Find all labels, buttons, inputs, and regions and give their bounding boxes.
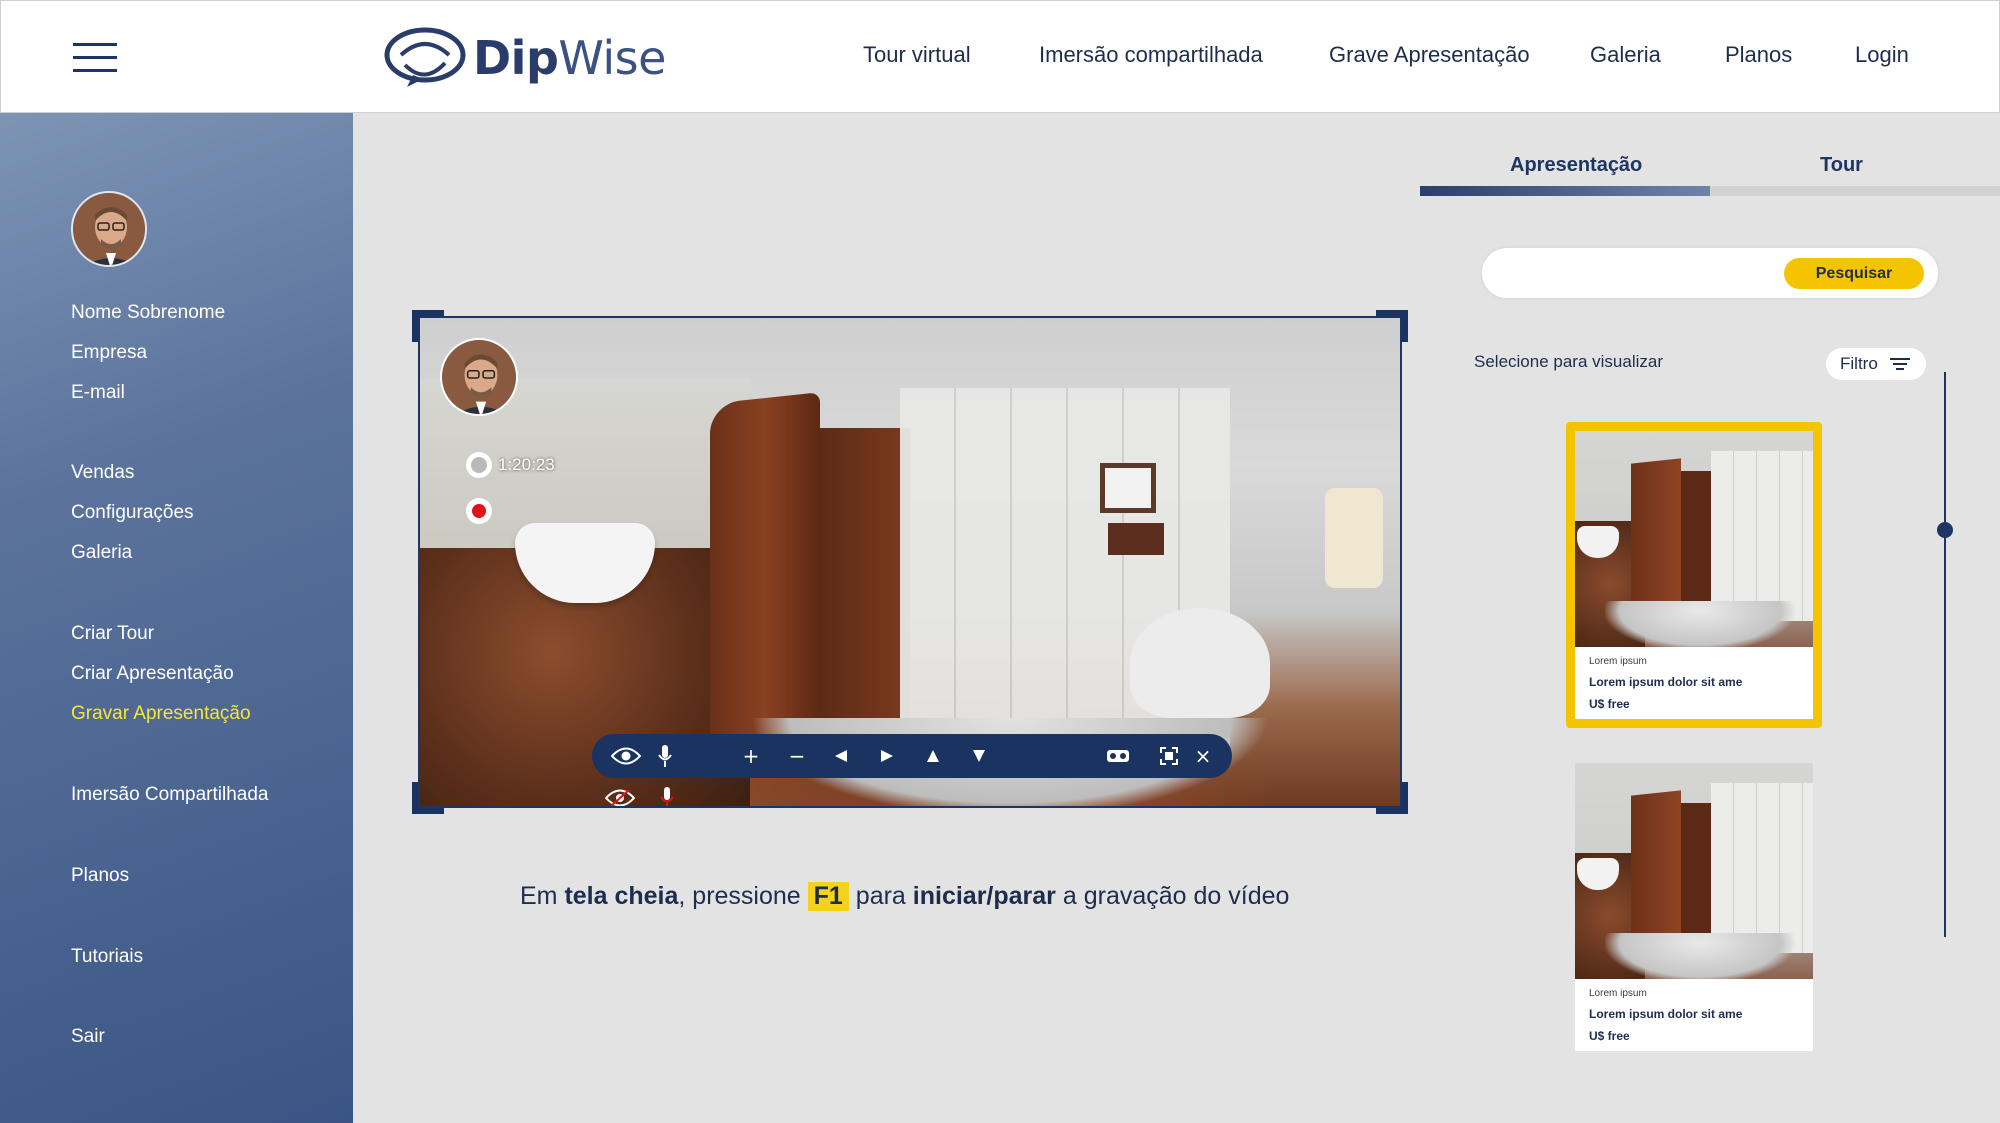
fullscreen-hint: Em tela cheia, pressione F1 para iniciar… [520,882,1290,911]
logo-icon [384,27,466,87]
card-title: Lorem ipsum dolor sit ame [1589,675,1743,689]
presenter-webcam[interactable] [440,338,518,416]
video-recorder: 1:20:23 + − × [412,310,1408,814]
sidebar-item-tutoriais[interactable]: Tutoriais [71,946,143,968]
card-price: U$ free [1589,697,1630,711]
profile-company: Empresa [71,342,148,363]
profile-name: Nome Sobrenome [71,302,226,323]
filter-label: Filtro [1840,354,1878,373]
avatar[interactable] [71,191,147,267]
nav-galeria[interactable]: Galeria [1590,42,1661,68]
pause-record-icon[interactable] [466,452,492,478]
card-presentation-2[interactable]: Lorem ipsum Lorem ipsum dolor sit ame U$… [1575,763,1813,1051]
mic-icon[interactable] [648,734,682,778]
scene-door [820,428,910,758]
arrow-right-icon[interactable] [870,734,904,778]
card-subtitle: Lorem ipsum [1589,988,1647,999]
logo-text: DipWise [473,31,666,85]
nav-planos[interactable]: Planos [1725,42,1792,68]
logo[interactable]: DipWise [383,25,666,91]
card-presentation-1[interactable]: Lorem ipsum Lorem ipsum dolor sit ame U$… [1566,422,1822,728]
card-thumbnail [1575,431,1813,647]
player-controls: + − × [592,734,1232,778]
sidebar-item-gravar-apresentacao[interactable]: Gravar Apresentação [71,703,251,725]
card-price: U$ free [1589,1029,1630,1043]
f1-key-badge: F1 [807,882,849,911]
scrollbar-thumb[interactable] [1937,522,1953,538]
sidebar-item-criar-apresentacao[interactable]: Criar Apresentação [71,663,234,685]
vr-headset-icon[interactable] [1098,734,1138,778]
scene-toilet [1130,608,1270,718]
profile-email: E-mail [71,382,125,403]
sidebar: Nome Sobrenome Empresa E-mail Vendas Con… [0,113,353,1123]
card-title: Lorem ipsum dolor sit ame [1589,1007,1743,1021]
nav-grave-apresentacao[interactable]: Grave Apresentação [1329,42,1530,68]
search-input[interactable] [1502,258,1792,288]
eye-icon[interactable] [606,734,646,778]
search-button[interactable]: Pesquisar [1784,258,1924,289]
sidebar-item-criar-tour[interactable]: Criar Tour [71,623,154,645]
close-icon[interactable]: × [1186,734,1220,778]
filter-icon [1889,358,1910,370]
tab-indicator [1710,186,2000,196]
nav-tour-virtual[interactable]: Tour virtual [863,42,971,68]
card-thumbnail [1575,763,1813,979]
arrow-left-icon[interactable] [824,734,858,778]
recording-timer: 1:20:23 [466,452,555,478]
panel-tabs: Apresentação Tour [1420,140,2000,196]
tab-indicator-active [1420,186,1710,196]
zoom-out-icon[interactable]: − [780,734,814,778]
select-label: Selecione para visualizar [1474,352,1663,371]
sidebar-item-imersao-compartilhada[interactable]: Imersão Compartilhada [71,784,268,806]
fullscreen-icon[interactable] [1152,734,1186,778]
sidebar-item-sair[interactable]: Sair [71,1026,105,1048]
mic-off-icon[interactable] [650,785,684,806]
nav-login[interactable]: Login [1855,42,1909,68]
filter-button[interactable]: Filtro [1826,348,1926,380]
hamburger-menu-icon[interactable] [73,43,117,73]
timer-text: 1:20:23 [498,455,555,474]
zoom-in-icon[interactable]: + [734,734,768,778]
sidebar-item-vendas[interactable]: Vendas [71,462,134,484]
scene-door [710,392,820,764]
sidebar-item-configuracoes[interactable]: Configurações [71,502,194,524]
arrow-up-icon[interactable] [916,734,950,778]
card-subtitle: Lorem ipsum [1589,656,1647,667]
panorama-view[interactable]: 1:20:23 + − × [418,316,1402,808]
scene-niche [1108,523,1164,555]
scrollbar-track[interactable] [1944,372,1946,937]
search-box: Pesquisar [1482,248,1938,298]
tab-tour[interactable]: Tour [1820,154,1863,177]
sidebar-item-planos[interactable]: Planos [71,865,129,887]
top-bar: DipWise Tour virtual Imersão compartilha… [0,0,2000,113]
scene-window [1100,463,1156,513]
scene-dispenser [1325,488,1383,588]
nav-imersao-compartilhada[interactable]: Imersão compartilhada [1039,42,1263,68]
tab-apresentacao[interactable]: Apresentação [1510,154,1642,177]
arrow-down-icon[interactable] [962,734,996,778]
eye-off-icon[interactable] [603,785,637,806]
record-button[interactable] [466,498,492,524]
sidebar-item-galeria[interactable]: Galeria [71,542,132,564]
